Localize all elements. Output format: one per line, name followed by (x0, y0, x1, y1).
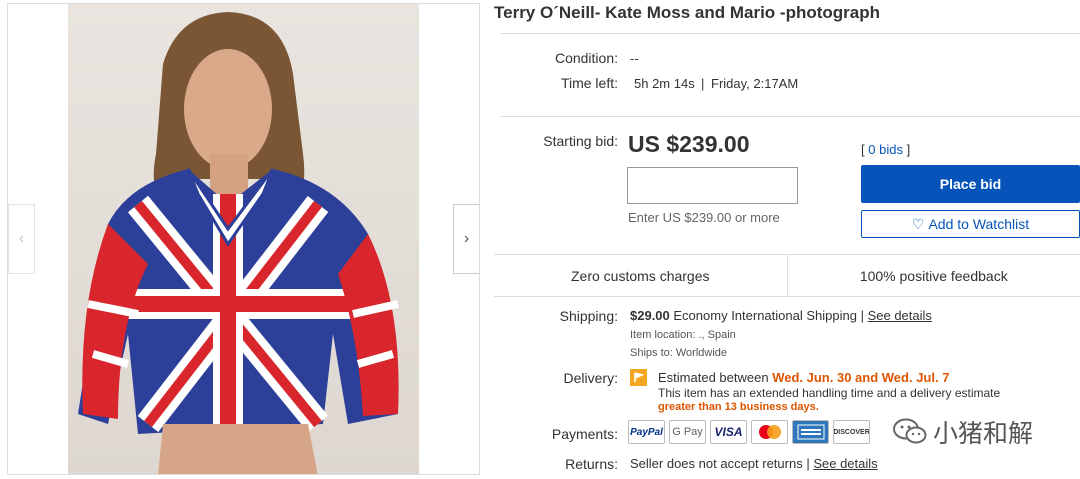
bid-help-text: Enter US $239.00 or more (628, 210, 780, 225)
condition-value: -- (630, 51, 639, 66)
delivery-estimate: Estimated between Wed. Jun. 30 and Wed. … (658, 370, 949, 385)
payment-methods: PayPal G Pay VISA DISCOVER (628, 420, 870, 444)
bids-count-link[interactable]: 0 bids (868, 142, 903, 157)
watermark-text: 小猪和解 (933, 419, 1034, 448)
add-to-watchlist-button[interactable]: ♡ Add to Watchlist (861, 210, 1080, 238)
item-location-label: Item location: (630, 329, 696, 341)
item-location: Item location: ., Spain (630, 329, 736, 341)
time-left-separator: | (701, 76, 705, 91)
returns-details-link[interactable]: See details (813, 456, 877, 471)
delivery-note-emphasis: greater than 13 business days. (658, 401, 819, 413)
mastercard-logo (751, 420, 788, 444)
previous-image-button[interactable]: ‹ (8, 204, 35, 274)
divider (500, 33, 1080, 34)
shipping-line: $29.00 Economy International Shipping | … (630, 308, 932, 323)
ships-to-value: Worldwide (675, 347, 728, 359)
discover-logo: DISCOVER (833, 420, 870, 444)
product-photo[interactable] (68, 4, 419, 474)
image-gallery: ‹ › (7, 3, 480, 475)
ships-to: Ships to: Worldwide (630, 347, 727, 359)
delivery-note: This item has an extended handling time … (658, 386, 1001, 400)
chevron-left-icon: ‹ (18, 230, 25, 247)
delivery-prefix: Estimated between (658, 370, 769, 385)
shipping-cost: $29.00 (630, 308, 670, 323)
price: US $239.00 (628, 131, 750, 157)
chevron-right-icon: › (463, 230, 470, 247)
time-left-value: 5h 2m 14s (634, 76, 695, 91)
shipping-method: Economy International Shipping | (673, 308, 864, 323)
listing-details: Terry O´Neill- Kate Moss and Mario -phot… (494, 0, 1080, 479)
bids-open-bracket: [ (861, 142, 865, 157)
next-image-button[interactable]: › (453, 204, 479, 274)
heart-icon: ♡ (911, 215, 925, 232)
customs-info: Zero customs charges (571, 267, 710, 284)
watermark: 小猪和解 (893, 414, 1033, 450)
shipping-label: Shipping: (559, 308, 618, 324)
place-bid-button[interactable]: Place bid (861, 165, 1080, 203)
divider (500, 116, 1080, 117)
returns-line: Seller does not accept returns | See det… (630, 456, 878, 471)
paypal-logo: PayPal (628, 420, 665, 444)
end-time: Friday, 2:17AM (711, 76, 799, 91)
wechat-icon (893, 418, 927, 444)
google-pay-logo: G Pay (669, 420, 706, 444)
time-left-label: Time left: (560, 75, 618, 91)
returns-text: Seller does not accept returns | (630, 456, 810, 471)
flag-icon (630, 369, 647, 386)
payments-label: Payments: (551, 426, 618, 442)
listing-title: Terry O´Neill- Kate Moss and Mario -phot… (494, 3, 880, 22)
feedback-info: 100% positive feedback (786, 255, 1080, 296)
ships-to-label: Ships to: (630, 347, 673, 359)
bids-close-bracket: ] (906, 142, 911, 157)
amex-logo (792, 420, 829, 444)
delivery-dates: Wed. Jun. 30 and Wed. Jul. 7 (772, 370, 950, 385)
delivery-label: Delivery: (563, 370, 618, 386)
item-location-value: ., Spain (698, 329, 736, 341)
visa-logo: VISA (710, 420, 747, 444)
bids-count: [ 0 bids ] (861, 142, 910, 157)
trust-bar: Zero customs charges 100% positive feedb… (494, 254, 1080, 297)
returns-label: Returns: (565, 456, 618, 472)
condition-label: Condition: (554, 50, 618, 66)
watchlist-label: Add to Watchlist (928, 216, 1030, 232)
starting-bid-label: Starting bid: (543, 133, 618, 149)
bid-amount-input[interactable] (627, 167, 798, 204)
shipping-details-link[interactable]: See details (868, 308, 932, 323)
